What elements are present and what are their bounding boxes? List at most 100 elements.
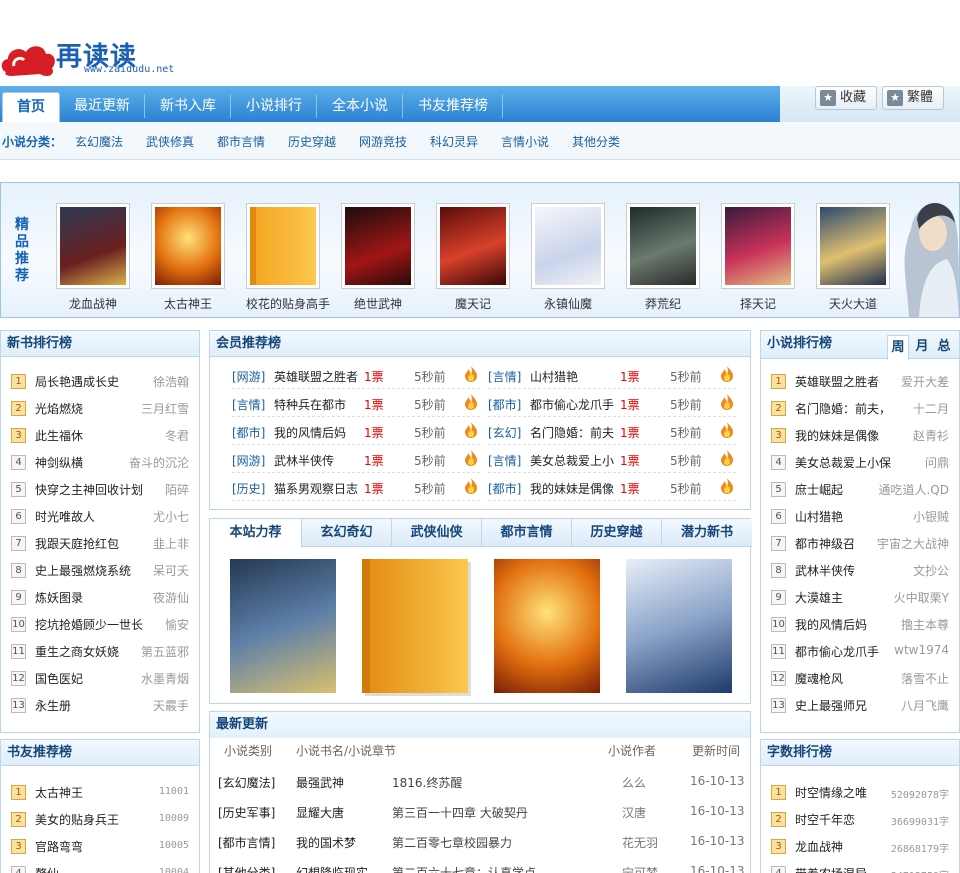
book-title[interactable]: 炼妖图录 xyxy=(35,589,83,606)
rank-row[interactable]: 2 名门隐婚：前夫， 十二月 xyxy=(771,398,949,418)
book-title[interactable]: 龙血战神 xyxy=(795,838,843,855)
book-title[interactable]: 光焰燃烧 xyxy=(35,400,83,417)
nav-friend-recommend[interactable]: 书友推荐榜 xyxy=(404,94,503,118)
chapter-link[interactable]: 第二百六十七章：认真学点 xyxy=(392,864,536,873)
book-title[interactable]: 神剑纵横 xyxy=(35,454,83,471)
rank-row[interactable]: 4 带着农场混异 24712759字 xyxy=(771,863,949,873)
book-cover[interactable] xyxy=(494,559,600,693)
book-title[interactable]: 局长艳遇成长史 xyxy=(35,373,119,390)
genre-tag[interactable]: [历史] xyxy=(232,480,265,497)
tab-potential[interactable]: 潜力新书 xyxy=(662,519,752,547)
chapter-link[interactable]: 第三百一十四章 大破契丹 xyxy=(392,804,528,821)
nav-new-books[interactable]: 新书入库 xyxy=(146,94,231,118)
rank-row[interactable]: 12 国色医妃 水墨青烟 xyxy=(11,668,189,688)
tab-urban[interactable]: 都市言情 xyxy=(482,519,572,547)
book-title[interactable]: 英雄联盟之胜者 xyxy=(795,373,879,390)
book-title[interactable]: 我跟天庭抢红包 xyxy=(35,535,119,552)
rank-row[interactable]: 8 武林半侠传 文抄公 xyxy=(771,560,949,580)
book-title[interactable]: 猫系男观察日志 xyxy=(274,480,358,497)
rank-row[interactable]: 5 庶士崛起 通吃道人.QD xyxy=(771,479,949,499)
category-link[interactable]: 都市言情 xyxy=(217,133,265,150)
rank-row[interactable]: 3 此生福休 冬君 xyxy=(11,425,189,445)
book-title[interactable]: 英雄联盟之胜者 xyxy=(274,368,358,385)
tab-month[interactable]: 月 xyxy=(911,335,933,359)
genre-link[interactable]: [历史军事] xyxy=(218,804,275,821)
book-title[interactable]: 快穿之主神回收计划 xyxy=(35,481,143,498)
rank-row[interactable]: 13 永生册 天霰手 xyxy=(11,695,189,715)
rank-row[interactable]: 4 美女总裁爱上小保 问鼎 xyxy=(771,452,949,472)
book-title[interactable]: 时光唯故人 xyxy=(35,508,95,525)
category-link[interactable]: 科幻灵异 xyxy=(430,133,478,150)
featured-book[interactable]: 太古神王 xyxy=(151,203,225,312)
rank-row[interactable]: 9 大漠雄主 火中取栗Y xyxy=(771,587,949,607)
featured-book[interactable]: 择天记 xyxy=(721,203,795,312)
book-title[interactable]: 都市神级召 xyxy=(795,535,855,552)
rank-row[interactable]: 1 局长艳遇成长史 徐浩翰 xyxy=(11,371,189,391)
genre-link[interactable]: [都市言情] xyxy=(218,834,275,851)
rank-row[interactable]: 12 魔魂枪风 落雪不止 xyxy=(771,668,949,688)
rank-row[interactable]: 11 都市偷心龙爪手 wtw1974 xyxy=(771,641,949,661)
category-link[interactable]: 网游竞技 xyxy=(359,133,407,150)
genre-tag[interactable]: [言情] xyxy=(488,452,521,469)
category-link[interactable]: 历史穿越 xyxy=(288,133,336,150)
member-row[interactable]: [历史] 猫系男观察日志 1票 5秒前 xyxy=(232,478,482,502)
rank-row[interactable]: 7 都市神级召 宇宙之大战神 xyxy=(771,533,949,553)
book-title[interactable]: 庶士崛起 xyxy=(795,481,843,498)
category-link[interactable]: 武侠修真 xyxy=(146,133,194,150)
book-title[interactable]: 幻想降临现实 xyxy=(296,864,368,873)
rank-row[interactable]: 2 时空千年恋 36699031字 xyxy=(771,809,949,829)
genre-tag[interactable]: [都市] xyxy=(488,480,521,497)
nav-complete[interactable]: 全本小说 xyxy=(318,94,403,118)
tab-fantasy[interactable]: 玄幻奇幻 xyxy=(302,519,392,547)
category-link[interactable]: 玄幻魔法 xyxy=(75,133,123,150)
member-row[interactable]: [都市] 都市偷心龙爪手 1票 5秒前 xyxy=(488,394,738,418)
book-title[interactable]: 时空千年恋 xyxy=(795,811,855,828)
book-title[interactable]: 官路弯弯 xyxy=(35,838,83,855)
tab-wuxia[interactable]: 武侠仙侠 xyxy=(392,519,482,547)
rank-row[interactable]: 6 山村猎艳 小银贼 xyxy=(771,506,949,526)
chapter-link[interactable]: 1816.终苏醒 xyxy=(392,774,462,791)
rank-row[interactable]: 13 史上最强师兄 八月飞鹰 xyxy=(771,695,949,715)
nav-home[interactable]: 首页 xyxy=(2,92,60,122)
genre-tag[interactable]: [都市] xyxy=(232,424,265,441)
member-row[interactable]: [言情] 美女总裁爱上小 1票 5秒前 xyxy=(488,450,738,474)
book-title[interactable]: 重生之商女妖娆 xyxy=(35,643,119,660)
book-title[interactable]: 我的风情后妈 xyxy=(795,616,867,633)
featured-book[interactable]: 天火大道 xyxy=(816,203,890,312)
featured-book[interactable]: 永镇仙魔 xyxy=(531,203,605,312)
rank-row[interactable]: 4 赘仙 10004 xyxy=(11,863,189,873)
book-cover[interactable] xyxy=(362,559,468,693)
book-title[interactable]: 永生册 xyxy=(35,697,71,714)
book-title[interactable]: 国色医妃 xyxy=(35,670,83,687)
book-title[interactable]: 山村猎艳 xyxy=(795,508,843,525)
genre-link[interactable]: [其他分类] xyxy=(218,864,275,873)
tab-week[interactable]: 周 xyxy=(887,335,909,360)
rank-row[interactable]: 1 太古神王 11001 xyxy=(11,782,189,802)
book-title[interactable]: 挖坑抢婚顾少一世长 xyxy=(35,616,143,633)
book-title[interactable]: 带着农场混异 xyxy=(795,865,867,873)
book-title[interactable]: 史上最强师兄 xyxy=(795,697,867,714)
rank-row[interactable]: 1 时空情缘之唯 52092078字 xyxy=(771,782,949,802)
rank-row[interactable]: 5 快穿之主神回收计划 陌碎 xyxy=(11,479,189,499)
book-title[interactable]: 特种兵在都市 xyxy=(274,396,346,413)
rank-row[interactable]: 1 英雄联盟之胜者 爱开大差 xyxy=(771,371,949,391)
genre-tag[interactable]: [网游] xyxy=(232,368,265,385)
rank-row[interactable]: 2 美女的贴身兵王 10009 xyxy=(11,809,189,829)
member-row[interactable]: [玄幻] 名门隐婚：前夫 1票 5秒前 xyxy=(488,422,738,446)
book-title[interactable]: 赘仙 xyxy=(35,865,59,873)
book-title[interactable]: 此生福休 xyxy=(35,427,83,444)
book-title[interactable]: 都市偷心龙爪手 xyxy=(795,643,879,660)
featured-book[interactable]: 魔天记 xyxy=(436,203,510,312)
featured-book[interactable]: 绝世武神 xyxy=(341,203,415,312)
genre-tag[interactable]: [言情] xyxy=(232,396,265,413)
book-author[interactable]: 宁可梦 xyxy=(622,864,658,873)
book-title[interactable]: 大漠雄主 xyxy=(795,589,843,606)
tab-history[interactable]: 历史穿越 xyxy=(572,519,662,547)
book-title[interactable]: 魔魂枪风 xyxy=(795,670,843,687)
category-link[interactable]: 其他分类 xyxy=(572,133,620,150)
rank-row[interactable]: 6 时光唯故人 尤小七 xyxy=(11,506,189,526)
book-title[interactable]: 显耀大唐 xyxy=(296,804,344,821)
featured-book[interactable]: 莽荒纪 xyxy=(626,203,700,312)
book-title[interactable]: 名门隐婚：前夫 xyxy=(530,424,614,441)
book-title[interactable]: 山村猎艳 xyxy=(530,368,578,385)
